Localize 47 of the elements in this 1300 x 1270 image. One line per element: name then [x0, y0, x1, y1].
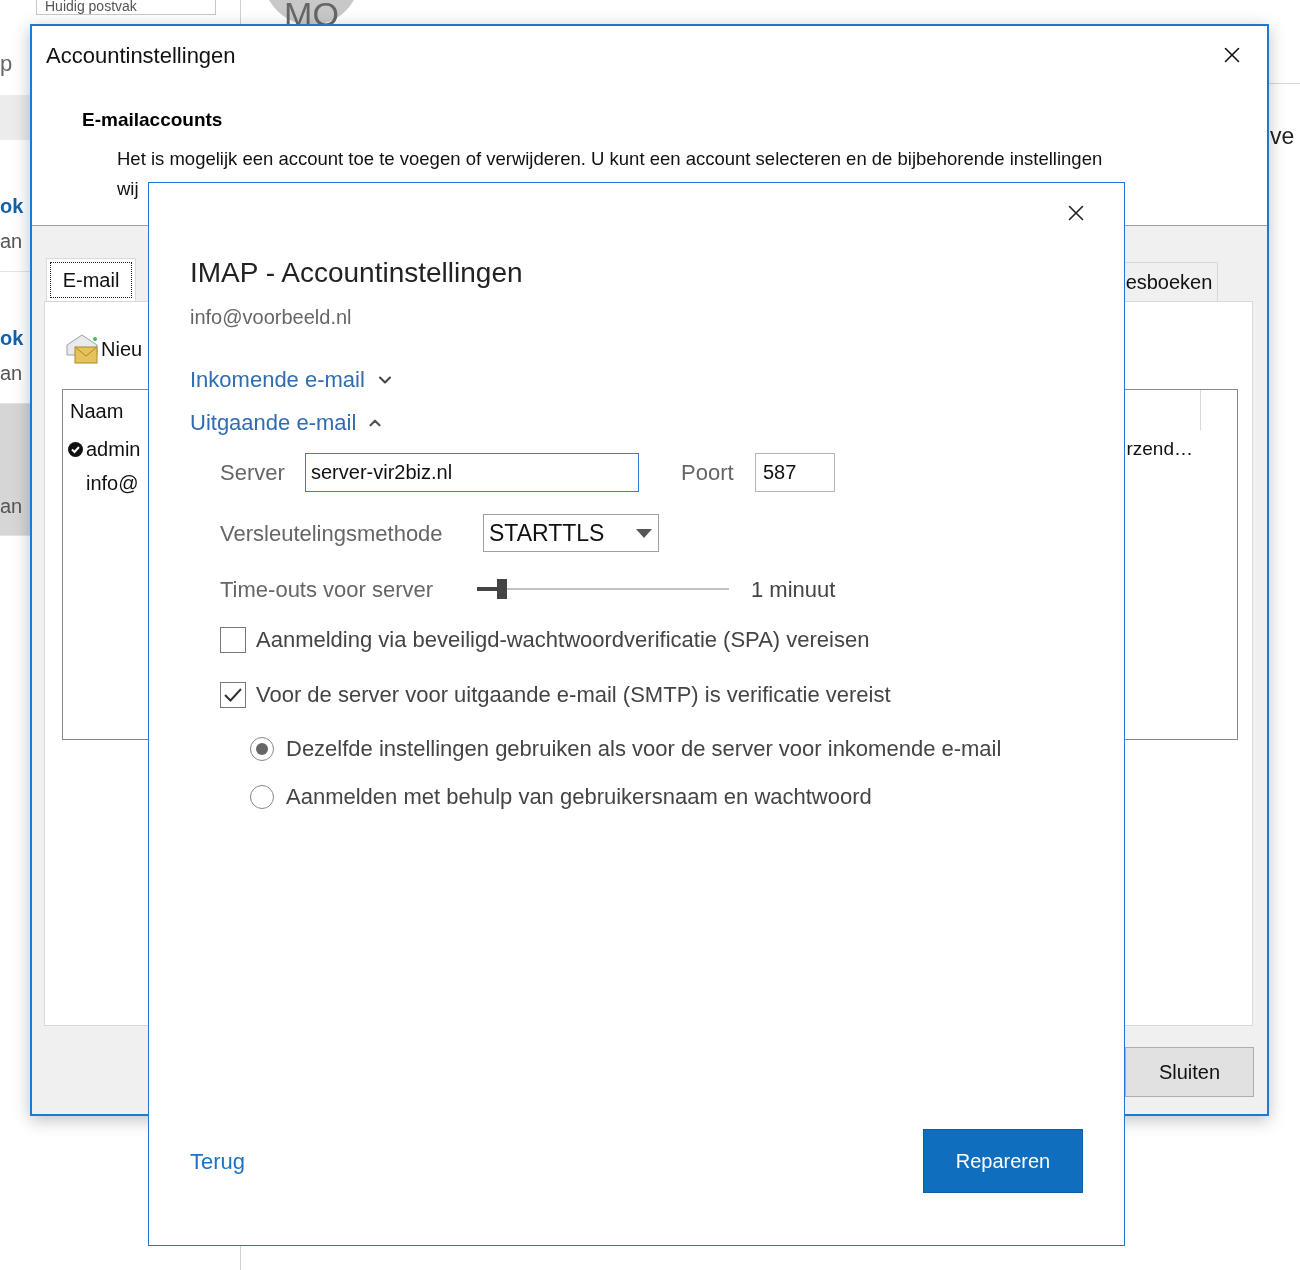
section-toggle[interactable]: Uitgaande e-mail — [190, 408, 385, 438]
sidebar-item-subtitle: an — [0, 361, 24, 386]
toolbar-label: Nieu — [101, 337, 143, 362]
sidebar-item-title: ok — [0, 326, 25, 351]
section-toggle[interactable]: Inkomende e-mail — [190, 365, 395, 395]
window-title: Accountinstellingen — [46, 41, 236, 70]
repair-button[interactable]: Repareren — [923, 1129, 1083, 1193]
checkbox-label: Voor de server voor uitgaande e-mail (SMTP) is verificatie vereist — [256, 682, 891, 708]
column-header: Naam — [70, 399, 124, 424]
field-label: Time-outs voor server — [220, 575, 435, 604]
server-field[interactable]: server-vir2biz.nl — [305, 453, 639, 492]
table-cell-text: info@ — [86, 471, 139, 496]
sidebar-item-title: ok — [0, 194, 25, 219]
envelope-icon — [65, 333, 99, 365]
table-cell-text: rzend… — [1126, 436, 1193, 461]
checkmark-icon — [223, 687, 243, 703]
description-text: wij — [117, 177, 140, 201]
background-text: ve — [1270, 122, 1295, 151]
sidebar-item-subtitle: an — [0, 494, 24, 519]
field-label: Server — [220, 459, 286, 487]
radio-label: Aanmelden met behulp van gebruikersnaam en wachtwoord — [286, 784, 872, 810]
dialog-title: IMAP - Accountinstellingen — [190, 256, 523, 290]
slider-thumb[interactable] — [497, 579, 508, 599]
dropdown-arrow-icon — [636, 528, 652, 538]
checkbox[interactable] — [220, 682, 246, 708]
sidebar-item-subtitle: an — [0, 229, 24, 254]
field-label: Versleutelingsmethode — [220, 519, 444, 548]
description-text: Het is mogelijk een account toe te voegen of verwijderen. U kunt een account selecteren en de bijbehorende instellingen — [117, 147, 1104, 171]
checkbox[interactable] — [220, 627, 246, 653]
tab[interactable]: E-mail — [46, 258, 136, 301]
radio-button[interactable] — [250, 737, 274, 761]
slider-reading: 1 minuut — [751, 575, 836, 604]
timeout-slider[interactable] — [477, 577, 729, 601]
back-link[interactable]: Terug — [190, 1144, 246, 1178]
section-heading: E-mailaccounts — [82, 108, 224, 132]
sidebar-item[interactable]: an — [0, 404, 30, 536]
encryption-dropdown[interactable]: STARTTLS — [483, 514, 659, 552]
close-dialog-button[interactable]: Sluiten — [1125, 1047, 1254, 1097]
sidebar-text: p — [0, 51, 13, 76]
table-cell-text: admin — [86, 437, 141, 462]
field-label: Poort — [681, 459, 735, 487]
account-email: info@voorbeeld.nl — [190, 305, 352, 330]
radio-button[interactable] — [250, 785, 274, 809]
radio-label: Dezelfde instellingen gebruiken als voor de server voor inkomende e-mail — [286, 736, 1002, 762]
search-field[interactable]: Huidig postvak — [36, 0, 216, 15]
checkbox-label: Aanmelding via beveiligd-wachtwoordverificatie (SPA) vereisen — [256, 627, 870, 653]
port-field[interactable]: 587 — [755, 453, 835, 492]
